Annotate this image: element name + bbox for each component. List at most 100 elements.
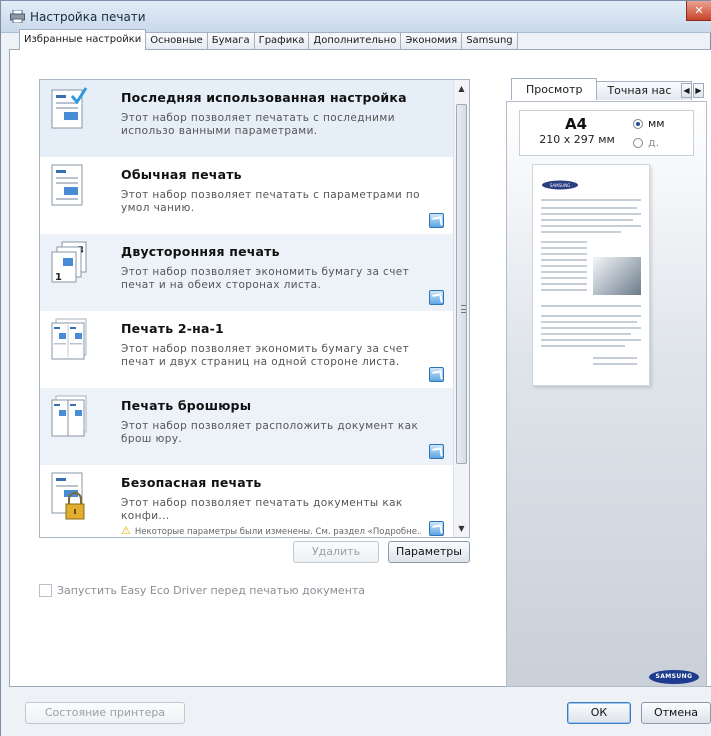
preset-item-normal[interactable]: Обычная печать Этот набор позволяет печа… — [40, 157, 454, 234]
eco-driver-label: Запустить Easy Eco Driver перед печатью … — [57, 584, 366, 597]
window-title: Настройка печати — [30, 10, 146, 24]
text-line — [541, 213, 641, 215]
edit-preset-icon[interactable] — [429, 367, 444, 382]
unit-mm-radio[interactable] — [633, 118, 643, 129]
unit-inch-radio[interactable] — [633, 137, 643, 148]
last-settings-icon — [51, 87, 88, 129]
text-line — [593, 363, 637, 365]
text-line — [541, 283, 587, 285]
two-up-print-icon — [51, 318, 87, 360]
tab-basic[interactable]: Основные — [145, 32, 208, 50]
tab-fine-tuning[interactable]: Точная нас — [596, 81, 693, 100]
tab-advanced[interactable]: Дополнительно — [308, 32, 402, 50]
preset-item-secure[interactable]: Безопасная печать Этот набор позволяет п… — [40, 465, 454, 537]
text-line — [541, 271, 587, 273]
printer-status-button[interactable]: Состояние принтера — [25, 702, 185, 724]
unit-inch-label: д. — [648, 136, 660, 149]
tab-samsung[interactable]: Samsung — [461, 32, 518, 50]
preset-item-two-up[interactable]: Печать 2-на-1 Этот набор позволяет эконо… — [40, 311, 454, 388]
eco-driver-checkbox[interactable] — [39, 584, 52, 597]
preset-name: Двусторонняя печать — [121, 244, 280, 259]
preset-name: Обычная печать — [121, 167, 242, 182]
preset-name: Печать брошюры — [121, 398, 252, 413]
text-line — [541, 315, 641, 317]
paper-size: A4 — [564, 115, 588, 133]
delete-button[interactable]: Удалить — [293, 541, 379, 563]
text-line — [541, 327, 641, 329]
preset-description: Этот набор позволяет печатать с параметр… — [121, 189, 420, 214]
text-line — [541, 247, 587, 249]
tab-graphics[interactable]: Графика — [253, 32, 310, 50]
text-line — [541, 277, 587, 279]
preview-tabs: Просмотр Точная нас — [511, 78, 693, 101]
text-line — [593, 357, 637, 359]
preset-name: Безопасная печать — [121, 475, 262, 490]
settings-tabs: Избранные настройки Основные Бумага Граф… — [19, 29, 518, 50]
tab-preview[interactable]: Просмотр — [511, 78, 598, 100]
text-line — [541, 225, 641, 227]
tab-eco[interactable]: Экономия — [400, 32, 463, 50]
page-logo-icon: SAMSUNG — [542, 180, 578, 190]
page-logo-text: SAMSUNG — [550, 183, 570, 188]
text-line — [541, 345, 625, 347]
text-line — [541, 289, 587, 291]
booklet-print-icon — [51, 395, 87, 437]
text-line — [541, 207, 637, 209]
preset-item-duplex[interactable]: 3 2 1 Двусторонняя печать Этот набор поз… — [40, 234, 454, 311]
warning-icon: ⚠ — [121, 524, 131, 537]
page-photo — [593, 257, 641, 295]
print-settings-window: Настройка печати ✕ Избранные настройки О… — [0, 0, 711, 736]
tab-favorites[interactable]: Избранные настройки — [19, 29, 147, 50]
edit-preset-icon[interactable] — [429, 290, 444, 305]
duplex-print-icon: 3 2 1 — [51, 241, 87, 283]
unit-mm-label: мм — [648, 117, 665, 130]
preset-warning-text: Некоторые параметры были изменены. См. р… — [134, 527, 421, 537]
preset-list[interactable]: Последняя использованная настройка Этот … — [39, 79, 470, 538]
tab-scroll-left-icon[interactable]: ◀ — [681, 83, 692, 98]
paper-info: A4 210 x 297 мм мм д. — [519, 110, 694, 156]
edit-preset-icon[interactable] — [429, 213, 444, 228]
preset-item-last-settings[interactable]: Последняя использованная настройка Этот … — [40, 80, 454, 157]
normal-print-icon — [51, 164, 83, 206]
preview-panel: A4 210 x 297 мм мм д. SAMSUNG — [506, 101, 707, 687]
preset-description: Этот набор позволяет экономить бумагу за… — [121, 343, 410, 368]
svg-text:1: 1 — [55, 272, 62, 283]
preset-description: Этот набор позволяет печатать с последни… — [121, 112, 395, 137]
preset-description: Этот набор позволяет печатать документы … — [121, 497, 403, 522]
printer-icon — [10, 10, 25, 23]
edit-preset-icon[interactable] — [429, 444, 444, 459]
preset-name: Последняя использованная настройка — [121, 90, 407, 105]
preset-list-scrollbar[interactable]: ▲ ▼ — [453, 80, 469, 537]
preset-item-booklet[interactable]: Печать брошюры Этот набор позволяет расп… — [40, 388, 454, 465]
scroll-down-icon[interactable]: ▼ — [454, 520, 469, 537]
ok-button[interactable]: ОК — [567, 702, 631, 724]
eco-driver-option[interactable]: Запустить Easy Eco Driver перед печатью … — [39, 584, 365, 597]
text-line — [541, 241, 587, 243]
text-line — [541, 305, 641, 307]
parameters-button[interactable]: Параметры — [388, 541, 470, 563]
secure-print-icon — [51, 472, 85, 520]
unit-inch-option[interactable]: д. — [633, 136, 659, 149]
text-line — [541, 219, 633, 221]
samsung-logo: SAMSUNG — [649, 670, 699, 684]
unit-mm-option[interactable]: мм — [633, 117, 665, 130]
scroll-thumb[interactable] — [456, 104, 467, 464]
edit-preset-icon[interactable] — [429, 521, 444, 536]
preset-warning: ⚠ Некоторые параметры были изменены. См. … — [121, 524, 421, 537]
text-line — [541, 339, 641, 341]
scroll-grip-icon — [461, 305, 466, 313]
tab-paper[interactable]: Бумага — [206, 32, 255, 50]
text-line — [541, 321, 637, 323]
cancel-button[interactable]: Отмена — [641, 702, 711, 724]
scroll-up-icon[interactable]: ▲ — [454, 80, 469, 97]
text-line — [541, 259, 587, 261]
preset-name: Печать 2-на-1 — [121, 321, 224, 336]
paper-dimensions: 210 x 297 мм — [539, 133, 615, 146]
preset-description: Этот набор позволяет расположить докумен… — [121, 420, 419, 445]
text-line — [541, 199, 641, 201]
dialog-footer: Состояние принтера ОК Отмена — [1, 687, 711, 736]
close-button[interactable]: ✕ — [686, 1, 711, 21]
page-preview: SAMSUNG — [532, 164, 650, 386]
tab-scroll-right-icon[interactable]: ▶ — [693, 83, 704, 98]
text-line — [541, 265, 587, 267]
